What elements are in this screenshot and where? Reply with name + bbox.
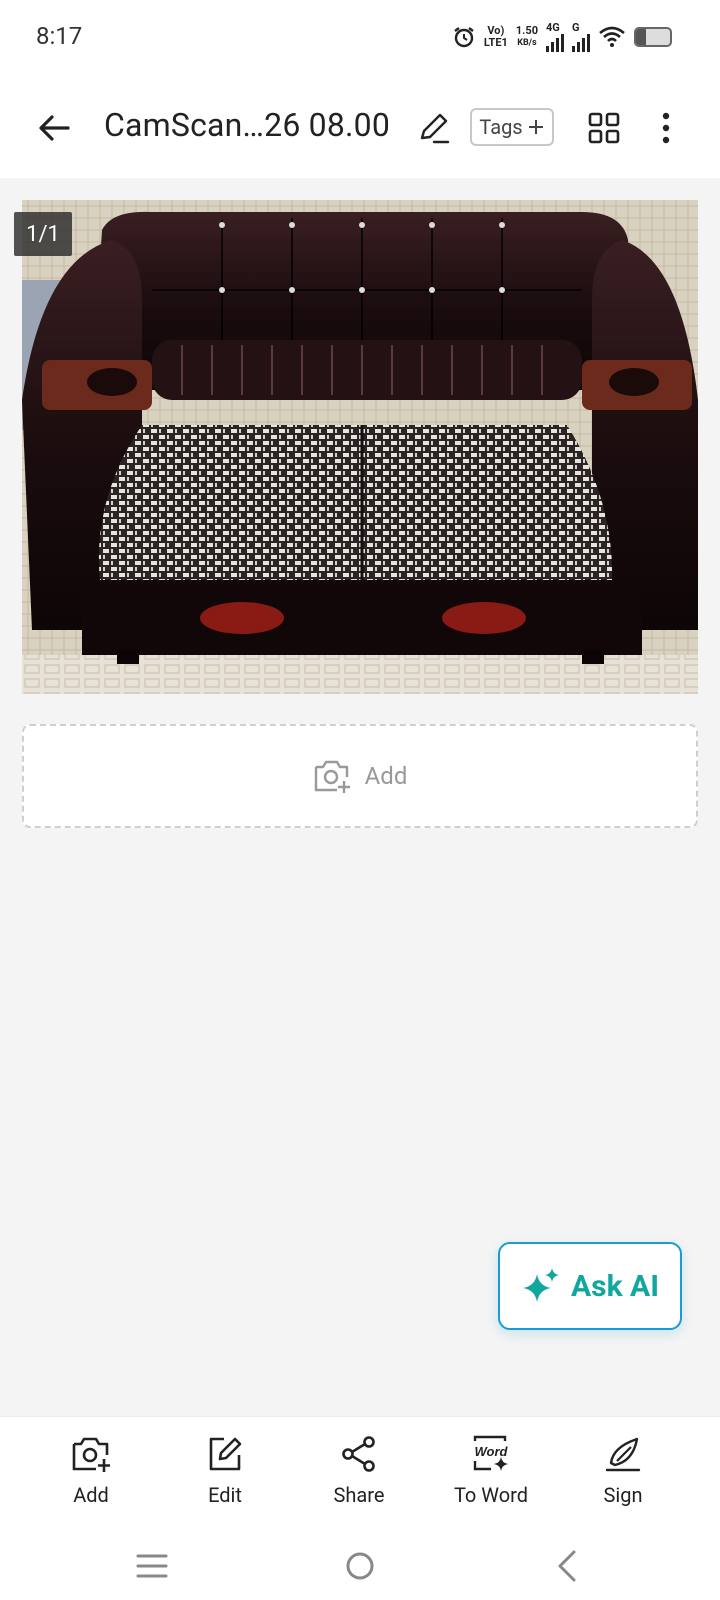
toolbar-to-word-label: To Word — [453, 1483, 529, 1507]
network-speed: 1.50 KB/s — [516, 25, 538, 49]
camera-add-icon — [72, 1437, 110, 1472]
sofa-photo — [22, 200, 698, 694]
sparkle-icon — [523, 1268, 559, 1302]
nav-back-icon[interactable] — [548, 1546, 588, 1586]
lte-text: LTE1 — [483, 36, 508, 49]
pencil-icon[interactable] — [416, 110, 452, 146]
scanned-page-image[interactable] — [22, 200, 698, 694]
status-icons: Vo) LTE1 1.50 KB/s 4G G — [452, 20, 672, 54]
toolbar-add-label: Add — [73, 1483, 109, 1507]
volte-indicator: Vo) LTE1 — [484, 25, 508, 49]
grid-view-icon[interactable] — [586, 110, 622, 146]
back-arrow-icon[interactable] — [34, 108, 74, 148]
toolbar-sign[interactable]: Sign — [568, 1435, 678, 1507]
add-page-button[interactable]: Add — [22, 724, 698, 828]
toolbar-add[interactable]: Add — [36, 1435, 146, 1507]
network-type-2: G — [572, 21, 580, 34]
toolbar-edit[interactable]: Edit — [170, 1435, 280, 1507]
ask-ai-button[interactable]: Ask AI — [498, 1242, 682, 1330]
recent-apps-icon[interactable] — [132, 1546, 172, 1586]
speed-value: 1.50 — [515, 24, 538, 37]
toolbar-share[interactable]: Share — [304, 1435, 414, 1507]
status-time: 8:17 — [36, 22, 83, 50]
top-app-bar: CamScan…26 08.00 Tags — [0, 78, 720, 178]
camera-add-icon — [314, 760, 350, 793]
page-counter: 1/1 — [14, 212, 72, 256]
share-icon — [342, 1436, 375, 1472]
signal-g: G — [572, 22, 590, 52]
home-icon[interactable] — [340, 1546, 380, 1586]
toolbar-share-label: Share — [333, 1483, 385, 1507]
status-bar: 8:17 Vo) LTE1 1.50 KB/s 4G G — [0, 0, 720, 78]
plus-icon — [528, 120, 543, 134]
tags-label: Tags — [479, 115, 523, 139]
edit-icon — [209, 1437, 242, 1471]
word-icon: Word — [473, 1435, 509, 1471]
system-nav-bar — [0, 1532, 720, 1600]
more-options-icon[interactable] — [656, 108, 676, 148]
wifi-icon — [599, 26, 625, 47]
document-title[interactable]: CamScan…26 08.00 — [104, 106, 390, 144]
speed-unit: KB/s — [517, 38, 537, 48]
tags-button[interactable]: Tags — [470, 108, 554, 146]
signal-bars-icon — [546, 34, 564, 52]
add-page-label: Add — [364, 762, 408, 790]
sign-icon — [605, 1437, 641, 1472]
signal-4g: 4G — [546, 22, 564, 52]
toolbar-to-word[interactable]: Word To Word — [436, 1435, 546, 1507]
ask-ai-label: Ask AI — [571, 1268, 659, 1304]
word-icon-text: Word — [475, 1444, 509, 1459]
signal-bars-icon — [572, 34, 590, 52]
toolbar-sign-label: Sign — [603, 1483, 643, 1507]
toolbar-edit-label: Edit — [208, 1483, 242, 1507]
alarm-icon — [454, 27, 474, 48]
battery-icon — [634, 27, 672, 47]
network-type-1: 4G — [546, 21, 560, 34]
